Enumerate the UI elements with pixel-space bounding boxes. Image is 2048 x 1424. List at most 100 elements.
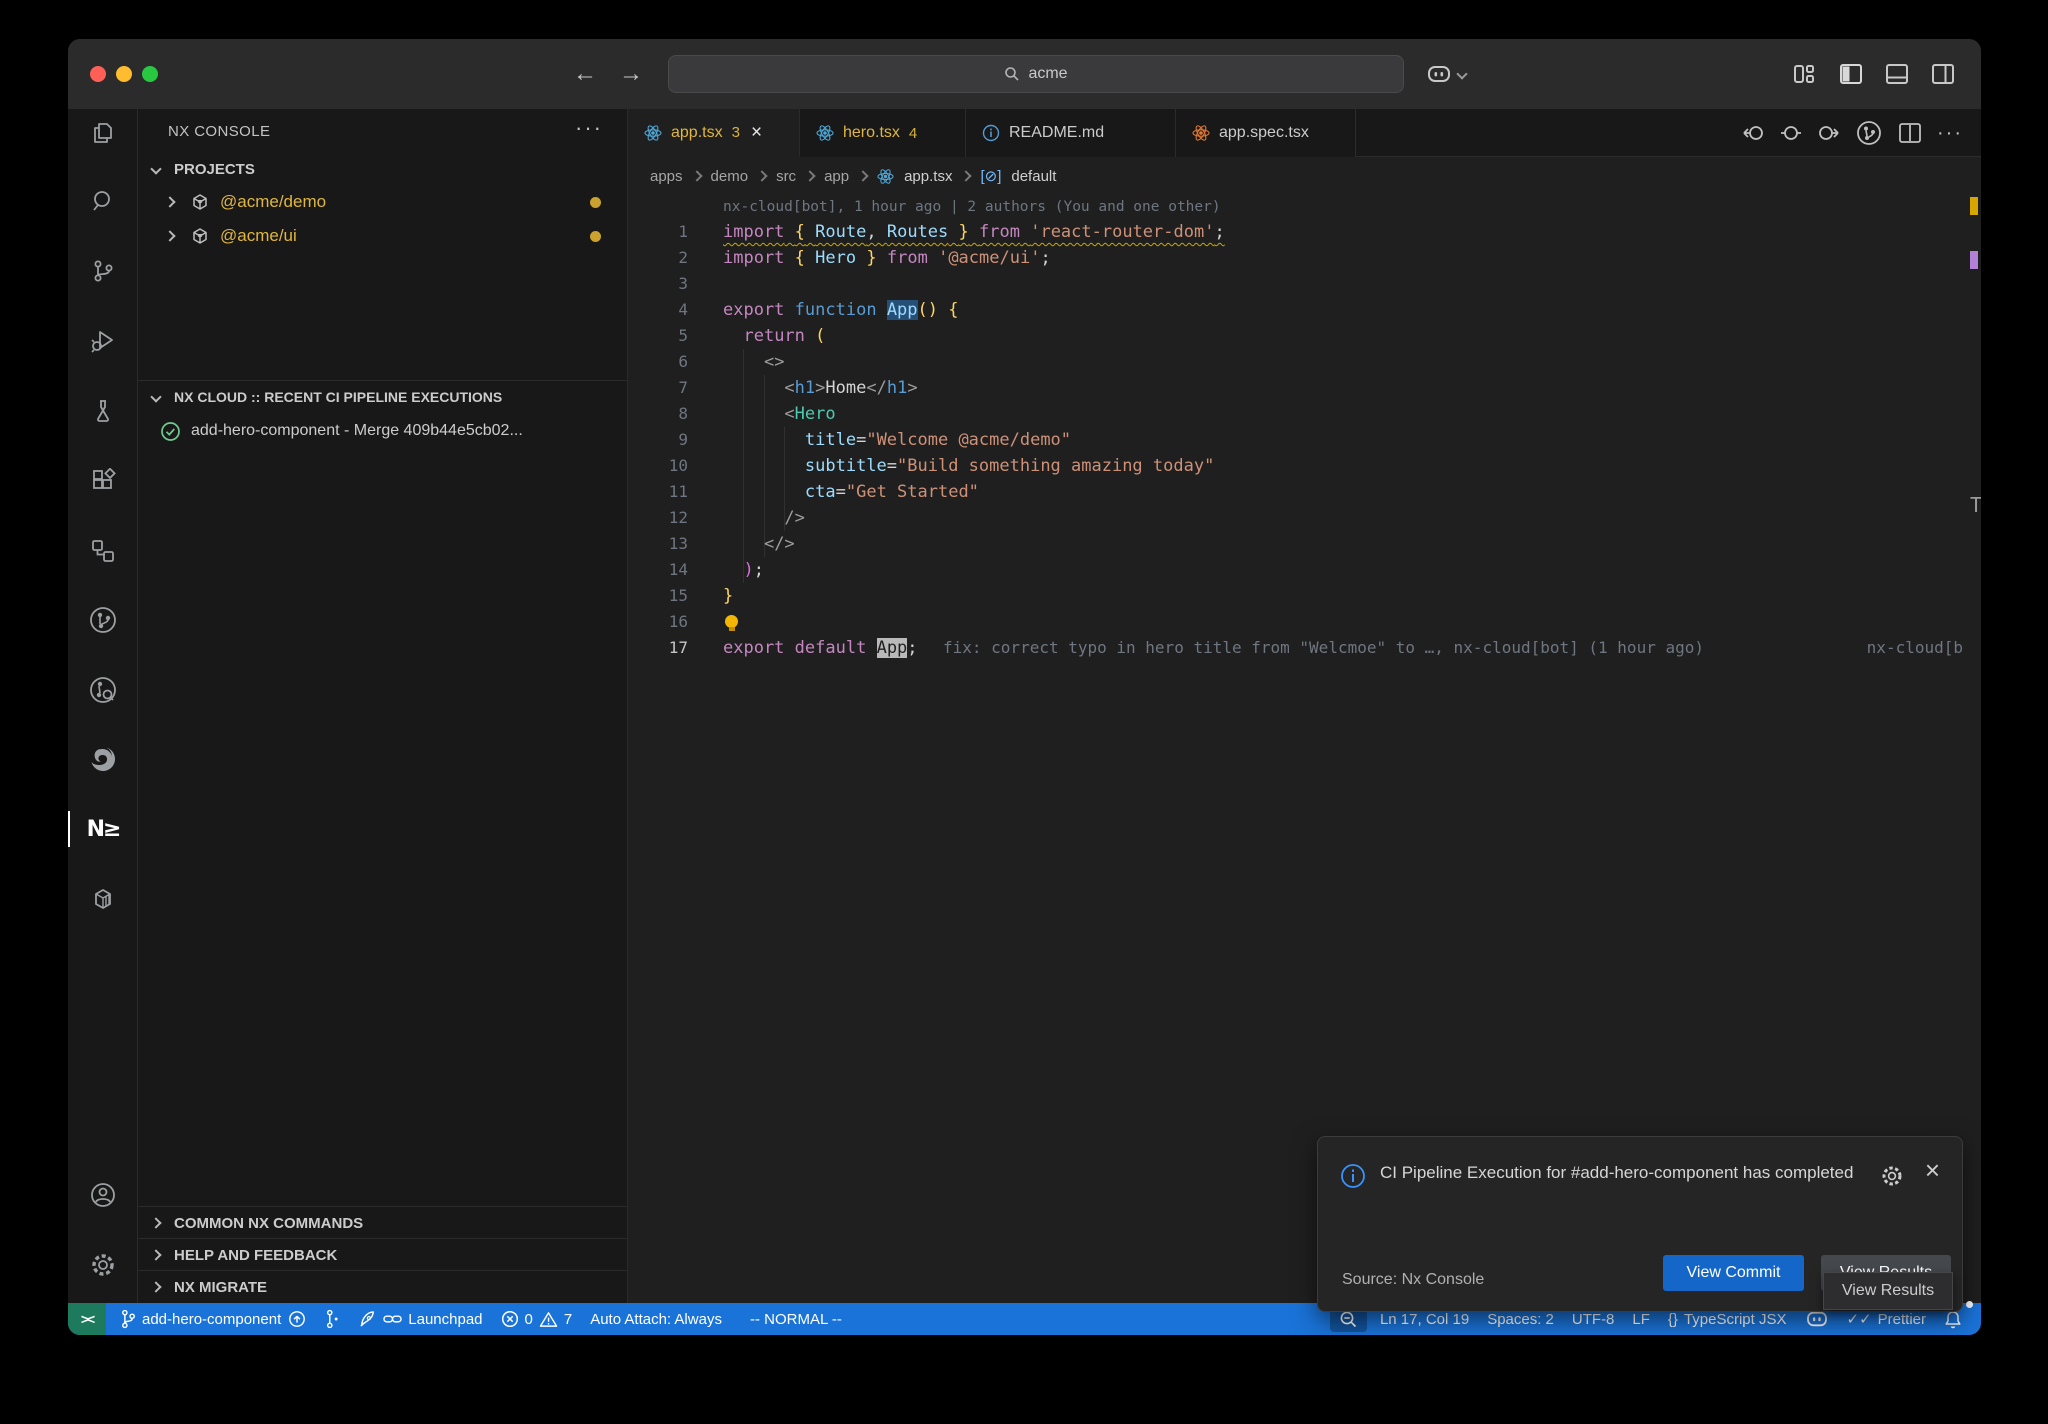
breadcrumb-item[interactable]: demo bbox=[711, 168, 749, 185]
current-change-icon[interactable] bbox=[1781, 122, 1801, 144]
accounts-icon[interactable] bbox=[79, 1171, 127, 1219]
indent-guide bbox=[784, 427, 785, 531]
toggle-primary-sidebar-icon[interactable] bbox=[1839, 63, 1863, 85]
source-control-icon[interactable] bbox=[79, 247, 127, 295]
code-line[interactable]: 3 bbox=[628, 271, 1981, 297]
section-nx-migrate[interactable]: NX MIGRATE bbox=[138, 1271, 627, 1303]
chevron-down-icon bbox=[150, 163, 161, 174]
toggle-panel-icon[interactable] bbox=[1885, 63, 1909, 85]
close-icon[interactable]: × bbox=[751, 122, 762, 144]
search-icon[interactable] bbox=[79, 177, 127, 225]
code-line[interactable]: 8 <Hero bbox=[628, 401, 1981, 427]
remote-indicator[interactable]: >< bbox=[68, 1303, 106, 1335]
info-icon bbox=[982, 124, 1000, 142]
overview-ruler[interactable]: T bbox=[1967, 195, 1981, 1303]
sidebar-more-actions[interactable]: ··· bbox=[575, 115, 603, 141]
tab-label: README.md bbox=[1009, 124, 1104, 142]
code-line[interactable]: 2import { Hero } from '@acme/ui'; bbox=[628, 245, 1981, 271]
close-icon[interactable]: × bbox=[1925, 1155, 1940, 1186]
navigate-previous-change-icon[interactable] bbox=[1742, 122, 1766, 144]
history-back-icon[interactable]: ← bbox=[573, 60, 597, 88]
containers-icon[interactable] bbox=[79, 875, 127, 923]
code-line[interactable]: 9 title="Welcome @acme/demo" bbox=[628, 427, 1981, 453]
settings-gear-icon[interactable] bbox=[79, 1241, 127, 1289]
breadcrumb-item[interactable]: app bbox=[824, 168, 849, 185]
code-line[interactable]: 10 subtitle="Build something amazing tod… bbox=[628, 453, 1981, 479]
code-line[interactable]: 1import { Route, Routes } from 'react-ro… bbox=[628, 219, 1981, 245]
extensions-icon[interactable] bbox=[79, 457, 127, 505]
tab-app-spec-tsx[interactable]: app.spec.tsx bbox=[1176, 109, 1356, 157]
line-number: 11 bbox=[628, 479, 688, 505]
notification-message: CI Pipeline Execution for #add-hero-comp… bbox=[1380, 1157, 1890, 1189]
chevron-right-icon bbox=[691, 170, 702, 181]
code-line[interactable]: 13 </> bbox=[628, 531, 1981, 557]
tab-hero-tsx[interactable]: hero.tsx 4 bbox=[800, 109, 966, 157]
nx-console-icon[interactable]: N≥ bbox=[79, 805, 127, 853]
code-line[interactable]: 4export function App() { bbox=[628, 297, 1981, 323]
tab-label: hero.tsx bbox=[843, 124, 900, 142]
toggle-secondary-sidebar-icon[interactable] bbox=[1931, 63, 1955, 85]
code-line[interactable]: 14 ); bbox=[628, 557, 1981, 583]
launchpad-label: Launchpad bbox=[408, 1311, 482, 1328]
testing-icon[interactable] bbox=[79, 387, 127, 435]
code-line[interactable]: 12 /> bbox=[628, 505, 1981, 531]
breadcrumb-item[interactable]: src bbox=[776, 168, 796, 185]
code-text: export function App() { bbox=[723, 297, 959, 323]
breadcrumb-item[interactable]: apps bbox=[650, 168, 683, 185]
edge-tools-icon[interactable] bbox=[79, 735, 127, 783]
breadcrumb-item[interactable]: default bbox=[1011, 168, 1056, 185]
navigate-next-change-icon[interactable] bbox=[1816, 122, 1840, 144]
run-file-icon[interactable] bbox=[1855, 119, 1883, 147]
project-item-acme-demo[interactable]: @acme/demo bbox=[138, 185, 627, 219]
title-bar[interactable]: ← → acme bbox=[68, 39, 1981, 109]
section-projects[interactable]: PROJECTS bbox=[138, 153, 627, 185]
code-line[interactable]: 7 <h1>Home</h1> bbox=[628, 375, 1981, 401]
vim-mode-status-item[interactable]: -- NORMAL -- bbox=[741, 1303, 851, 1335]
close-window-button[interactable] bbox=[90, 66, 106, 82]
gitlens-icon[interactable] bbox=[79, 596, 127, 644]
branch-status-item[interactable]: add-hero-component bbox=[112, 1303, 316, 1335]
explorer-icon[interactable] bbox=[79, 109, 127, 157]
commit-graph-icon[interactable] bbox=[79, 666, 127, 714]
section-common-nx-commands[interactable]: COMMON NX COMMANDS bbox=[138, 1207, 627, 1239]
commit-graph-status-item[interactable] bbox=[316, 1303, 349, 1335]
tab-app-tsx[interactable]: app.tsx 3 × bbox=[628, 109, 800, 157]
code-line[interactable]: 15} bbox=[628, 583, 1981, 609]
view-commit-button[interactable]: View Commit bbox=[1663, 1255, 1804, 1291]
problems-status-item[interactable]: 0 7 bbox=[492, 1303, 582, 1335]
gear-icon[interactable] bbox=[1880, 1164, 1904, 1188]
minimize-window-button[interactable] bbox=[116, 66, 132, 82]
code-line[interactable]: 17export default App;fix: correct typo i… bbox=[628, 635, 1981, 661]
error-count: 0 bbox=[525, 1311, 533, 1328]
modified-dot bbox=[590, 231, 601, 242]
breadcrumb-item[interactable]: app.tsx bbox=[904, 168, 952, 185]
section-help-and-feedback[interactable]: HELP AND FEEDBACK bbox=[138, 1239, 627, 1271]
pipeline-execution-item[interactable]: add-hero-component - Merge 409b44e5cb02.… bbox=[138, 414, 627, 448]
code-line[interactable]: 6 <> bbox=[628, 349, 1981, 375]
history-forward-icon[interactable]: → bbox=[619, 60, 643, 88]
code-line[interactable]: 5 return ( bbox=[628, 323, 1981, 349]
section-nx-cloud[interactable]: NX CLOUD :: RECENT CI PIPELINE EXECUTION… bbox=[138, 381, 627, 413]
tab-readme-md[interactable]: README.md bbox=[966, 109, 1176, 157]
run-debug-icon[interactable] bbox=[79, 317, 127, 365]
maximize-window-button[interactable] bbox=[142, 66, 158, 82]
more-actions-icon[interactable]: ··· bbox=[1937, 122, 1963, 145]
command-center-search[interactable]: acme bbox=[668, 55, 1404, 93]
react-icon bbox=[644, 124, 662, 142]
code-line[interactable]: 11 cta="Get Started" bbox=[628, 479, 1981, 505]
line-number: 5 bbox=[628, 323, 688, 349]
line-number: 9 bbox=[628, 427, 688, 453]
copilot-menu[interactable] bbox=[1426, 39, 1466, 109]
customize-layout-icon[interactable] bbox=[1793, 63, 1817, 85]
auto-attach-status-item[interactable]: Auto Attach: Always bbox=[581, 1303, 731, 1335]
split-editor-icon[interactable] bbox=[1898, 122, 1922, 144]
lightbulb-icon[interactable] bbox=[725, 615, 738, 628]
project-item-acme-ui[interactable]: @acme/ui bbox=[138, 219, 627, 253]
gitlens-blame-header[interactable]: nx-cloud[bot], 1 hour ago | 2 authors (Y… bbox=[628, 195, 1981, 219]
chevron-right-icon bbox=[164, 230, 175, 241]
code-line[interactable]: 16 bbox=[628, 609, 1981, 635]
bell-icon bbox=[1944, 1310, 1962, 1329]
launchpad-status-item[interactable]: Launchpad bbox=[349, 1303, 491, 1335]
project-graph-icon[interactable] bbox=[79, 527, 127, 575]
code-text: cta="Get Started" bbox=[723, 479, 979, 505]
